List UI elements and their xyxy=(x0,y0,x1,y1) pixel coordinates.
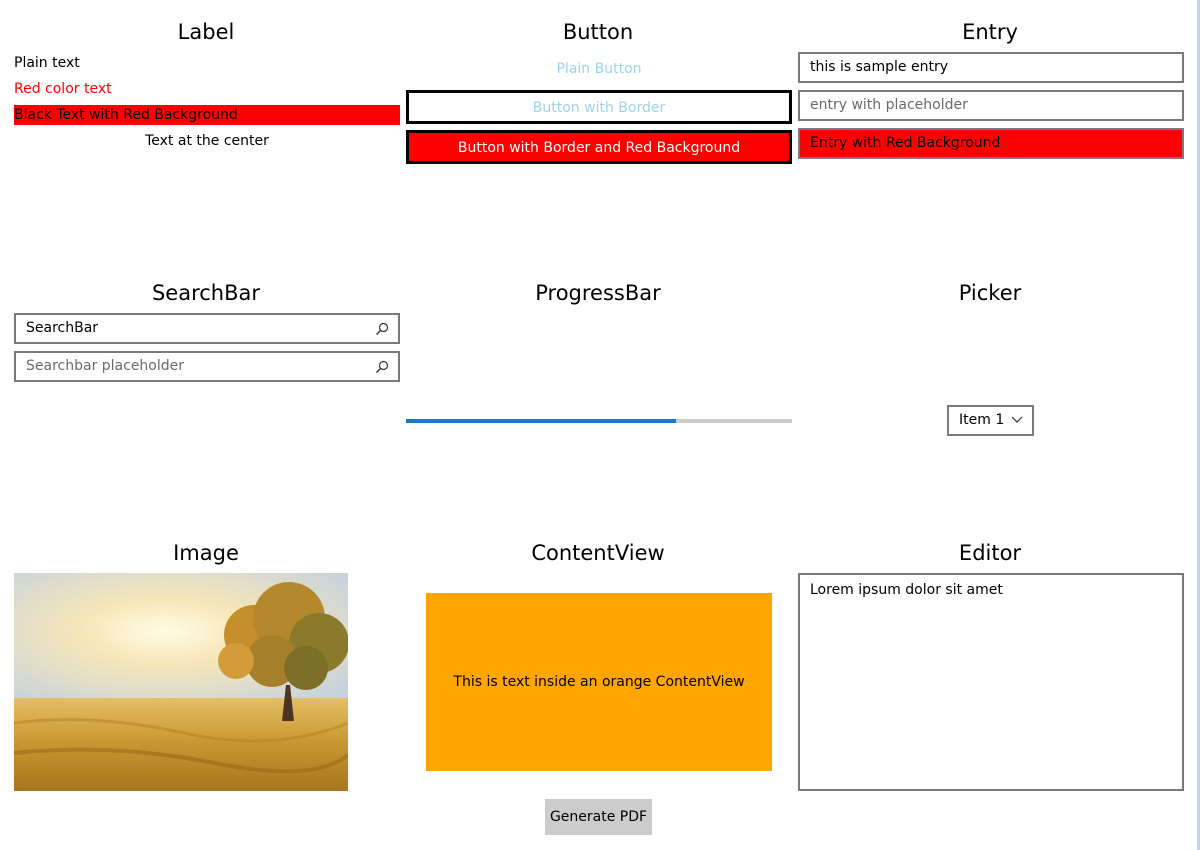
entry-heading: Entry xyxy=(962,20,1018,44)
placeholder-entry-text: entry with placeholder xyxy=(810,97,968,113)
generate-pdf-button[interactable]: Generate PDF xyxy=(545,799,652,835)
contentview-heading: ContentView xyxy=(531,541,665,565)
red-text-label: Red color text xyxy=(14,81,112,97)
red-entry-value: Entry with Red Background xyxy=(810,135,1001,151)
red-background-label: Black Text with Red Background xyxy=(14,105,400,125)
editor-text: Lorem ipsum dolor sit amet xyxy=(810,582,1003,598)
searchbar-value: SearchBar xyxy=(26,320,99,336)
landscape-image xyxy=(14,573,348,791)
searchbar-placeholder[interactable]: Searchbar placeholder xyxy=(14,351,400,382)
search-icon[interactable] xyxy=(375,322,389,336)
contentview-text: This is text inside an orange ContentVie… xyxy=(453,674,745,690)
center-text-label: Text at the center xyxy=(145,133,269,149)
searchbar-placeholder-text: Searchbar placeholder xyxy=(26,358,185,374)
sample-entry-value: this is sample entry xyxy=(810,59,948,75)
progress-bar xyxy=(406,419,792,423)
search-icon[interactable] xyxy=(375,360,389,374)
progressbar-heading: ProgressBar xyxy=(535,281,661,305)
item-picker[interactable]: Item 1 xyxy=(947,405,1034,436)
plain-text-label: Plain text xyxy=(14,55,80,71)
sample-entry[interactable]: this is sample entry xyxy=(798,52,1184,83)
searchbar-heading: SearchBar xyxy=(151,281,261,305)
picker-heading: Picker xyxy=(958,281,1022,305)
button-heading: Button xyxy=(562,20,634,44)
image-heading: Image xyxy=(173,541,239,565)
picker-selected-value: Item 1 xyxy=(959,412,1005,428)
progress-fill xyxy=(406,419,677,423)
placeholder-entry[interactable]: entry with placeholder xyxy=(798,90,1184,121)
editor-heading: Editor xyxy=(958,541,1022,565)
label-heading: Label xyxy=(177,20,235,44)
red-entry[interactable]: Entry with Red Background xyxy=(798,128,1184,159)
chevron-down-icon xyxy=(1011,416,1023,424)
plain-button[interactable]: Plain Button xyxy=(406,58,792,80)
orange-contentview: This is text inside an orange ContentVie… xyxy=(426,593,772,771)
editor-textarea[interactable]: Lorem ipsum dolor sit amet xyxy=(798,573,1184,791)
bordered-red-button[interactable]: Button with Border and Red Background xyxy=(406,130,792,164)
bordered-button[interactable]: Button with Border xyxy=(406,90,792,124)
searchbar-filled[interactable]: SearchBar xyxy=(14,313,400,344)
